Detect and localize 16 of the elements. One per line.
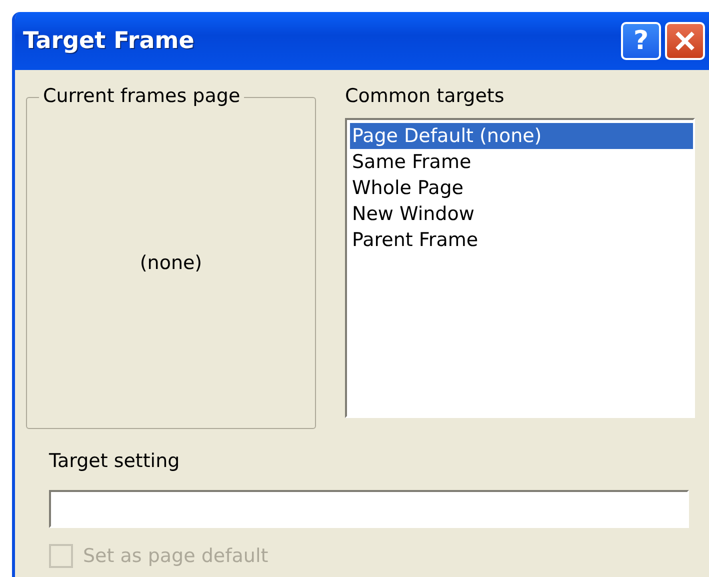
target-item[interactable]: Whole Page bbox=[350, 174, 693, 200]
common-targets-label: Common targets bbox=[345, 84, 506, 109]
target-setting-field[interactable] bbox=[49, 490, 689, 528]
group-title: Current frames page bbox=[39, 85, 244, 108]
help-button[interactable]: ? bbox=[621, 22, 661, 60]
target-setting-label: Target setting bbox=[49, 449, 181, 474]
target-item[interactable]: Page Default (none) bbox=[350, 122, 693, 148]
close-icon bbox=[674, 30, 696, 52]
target-item[interactable]: New Window bbox=[350, 200, 693, 226]
target-item[interactable]: Same Frame bbox=[350, 148, 693, 174]
close-button[interactable] bbox=[665, 22, 705, 60]
target-item[interactable]: Parent Frame bbox=[350, 226, 693, 252]
frames-page-preview-text: (none) bbox=[140, 250, 202, 276]
window-title: Target Frame bbox=[23, 26, 196, 56]
targets-list[interactable]: Page Default (none) Same Frame Whole Page New Window Parent Frame bbox=[345, 118, 695, 418]
page-default-label: Set as page default bbox=[83, 544, 268, 568]
